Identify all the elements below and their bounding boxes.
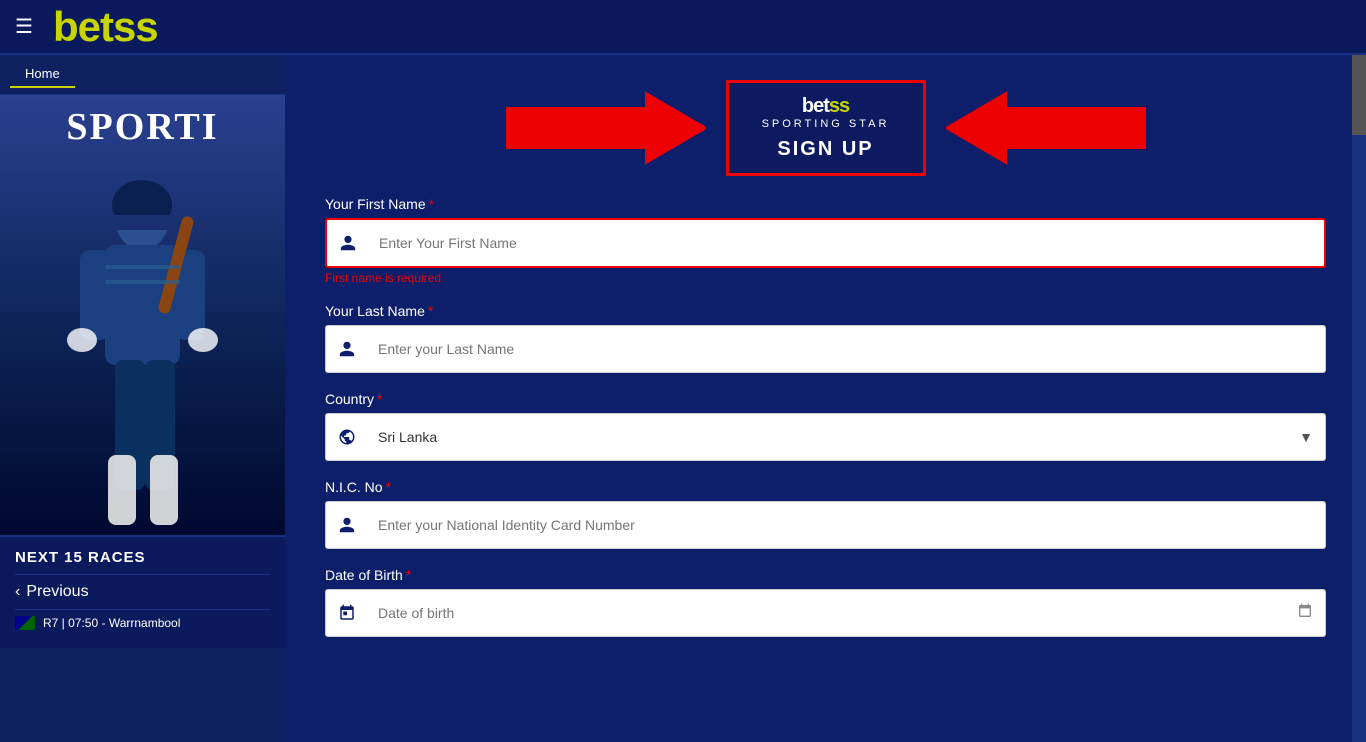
signup-area: betss Sporting Star SIGN UP Your First N… bbox=[285, 55, 1366, 742]
center-logo-box: betss Sporting Star SIGN UP bbox=[726, 80, 926, 176]
right-arrow bbox=[946, 88, 1146, 168]
dob-input-wrapper bbox=[325, 589, 1326, 637]
player-background: Sporti bbox=[0, 95, 285, 535]
nav-item-home[interactable]: Home bbox=[10, 61, 75, 88]
flag-icon bbox=[15, 616, 35, 630]
calendar-icon bbox=[326, 590, 368, 636]
header: ☰ betss bbox=[0, 0, 1366, 55]
hamburger-icon[interactable]: ☰ bbox=[15, 14, 33, 39]
person-icon-2 bbox=[326, 326, 368, 372]
country-select[interactable]: Sri Lanka Australia United Kingdom India… bbox=[368, 414, 1287, 460]
last-name-input-wrapper bbox=[325, 325, 1326, 373]
last-name-group: Your Last Name* bbox=[325, 303, 1326, 373]
left-arrow bbox=[506, 88, 706, 168]
dob-input[interactable] bbox=[368, 590, 1285, 636]
race-item[interactable]: R7 | 07:50 - Warrnambool bbox=[15, 609, 270, 636]
center-brand: betss bbox=[759, 95, 893, 118]
signup-form: Your First Name* First name is required … bbox=[285, 191, 1366, 685]
nic-input[interactable] bbox=[368, 502, 1325, 548]
previous-button[interactable]: ‹ Previous bbox=[15, 574, 270, 609]
nic-label: N.I.C. No* bbox=[325, 479, 1326, 495]
country-group: Country* Sri Lanka Australia United King… bbox=[325, 391, 1326, 461]
chevron-left-icon: ‹ bbox=[15, 583, 20, 601]
first-name-error: First name is required bbox=[325, 271, 1326, 285]
scrollbar-thumb[interactable] bbox=[1352, 55, 1366, 135]
chevron-down-icon: ▼ bbox=[1287, 429, 1325, 445]
player-illustration bbox=[0, 115, 285, 535]
logo: betss bbox=[53, 3, 158, 51]
center-signup-label: SIGN UP bbox=[759, 138, 893, 161]
next-races-title: NEXT 15 RACES bbox=[15, 549, 270, 566]
sidebar-image: Sporti bbox=[0, 95, 285, 535]
calendar-icon-right bbox=[1285, 603, 1325, 624]
id-card-icon bbox=[326, 502, 368, 548]
globe-icon bbox=[326, 414, 368, 460]
dob-label: Date of Birth* bbox=[325, 567, 1326, 583]
country-label: Country* bbox=[325, 391, 1326, 407]
nic-group: N.I.C. No* bbox=[325, 479, 1326, 549]
last-name-label: Your Last Name* bbox=[325, 303, 1326, 319]
sidebar: Sporti bbox=[0, 95, 285, 742]
scrollbar[interactable] bbox=[1352, 55, 1366, 742]
center-sub-label: Sporting Star bbox=[759, 118, 893, 130]
first-name-input[interactable] bbox=[369, 220, 1324, 266]
nic-input-wrapper bbox=[325, 501, 1326, 549]
last-name-input[interactable] bbox=[368, 326, 1325, 372]
first-name-label: Your First Name* bbox=[325, 196, 1326, 212]
country-input-wrapper: Sri Lanka Australia United Kingdom India… bbox=[325, 413, 1326, 461]
first-name-group: Your First Name* First name is required bbox=[325, 196, 1326, 285]
first-name-input-wrapper bbox=[325, 218, 1326, 268]
person-icon bbox=[327, 220, 369, 266]
promo-header: betss Sporting Star SIGN UP bbox=[285, 55, 1366, 191]
dob-group: Date of Birth* bbox=[325, 567, 1326, 637]
next-races-section: NEXT 15 RACES ‹ Previous R7 | 07:50 - Wa… bbox=[0, 535, 285, 648]
logo-text: betss bbox=[53, 3, 158, 51]
